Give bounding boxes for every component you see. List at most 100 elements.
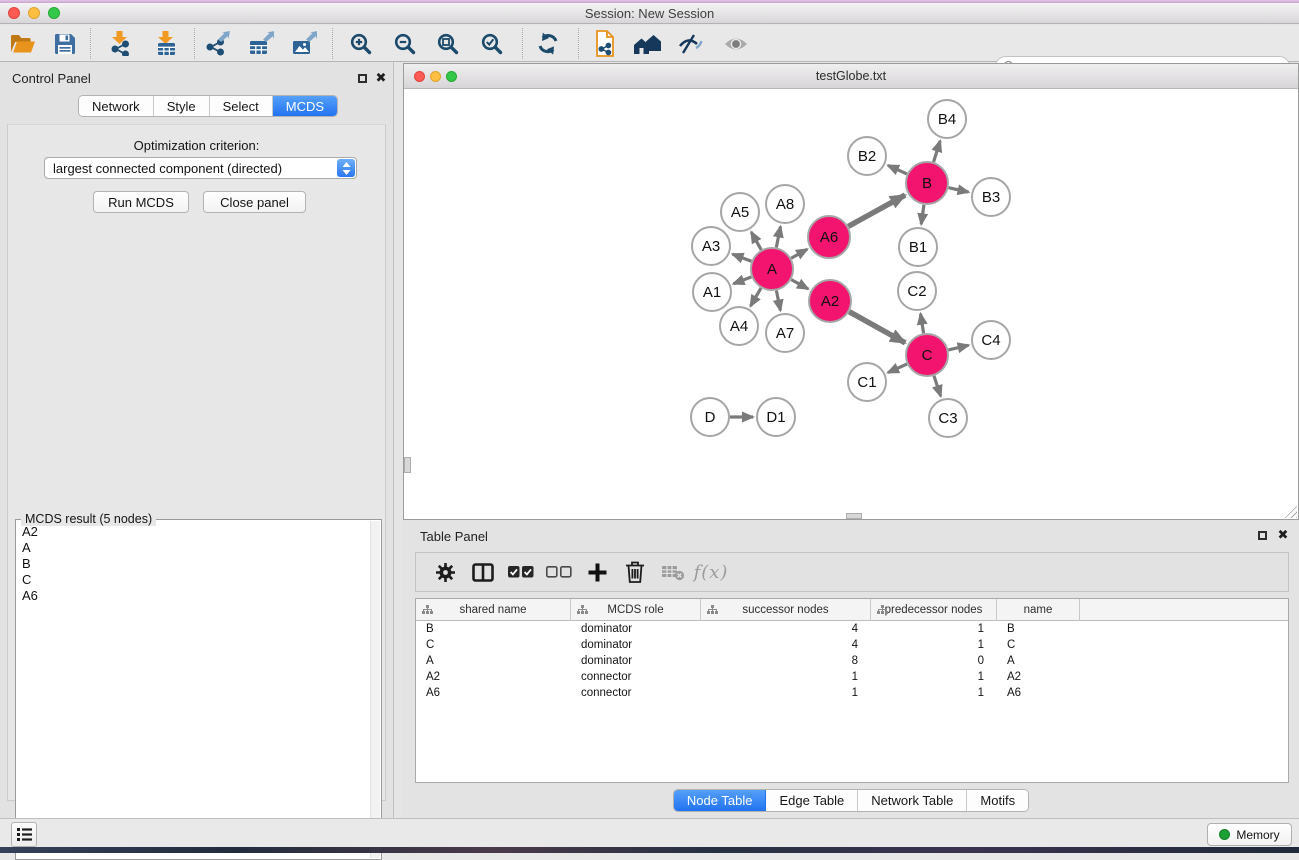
table-cell[interactable]: A: [997, 655, 1080, 667]
result-item[interactable]: A: [18, 540, 369, 556]
graph-edge-B-B4[interactable]: [934, 141, 941, 162]
result-item[interactable]: B: [18, 556, 369, 572]
table-cell[interactable]: A6: [997, 687, 1080, 699]
export-network-icon[interactable]: [201, 29, 235, 58]
graph-edge-C-C4[interactable]: [948, 345, 968, 350]
open-folder-icon[interactable]: [6, 29, 40, 58]
graph-node-D1[interactable]: D1: [757, 398, 795, 436]
select-all-checkboxes-icon[interactable]: [502, 566, 540, 578]
table-cell[interactable]: 8: [701, 655, 871, 667]
graph-edge-B-B1[interactable]: [921, 205, 924, 224]
canvas-vertical-scrollbar[interactable]: [404, 457, 411, 473]
result-scrollbar[interactable]: [370, 521, 380, 858]
graph-edge-A-A2[interactable]: [791, 280, 808, 289]
table-cell[interactable]: 4: [701, 639, 871, 651]
import-network-icon[interactable]: [103, 29, 137, 58]
table-row[interactable]: Adominator80A: [416, 653, 1288, 669]
table-cell[interactable]: dominator: [571, 655, 701, 667]
table-cell[interactable]: 1: [701, 671, 871, 683]
save-icon[interactable]: [48, 29, 82, 58]
graph-node-A8[interactable]: A8: [766, 185, 804, 223]
network-document-icon[interactable]: [588, 29, 622, 58]
split-columns-icon[interactable]: [464, 563, 502, 582]
graph-node-C[interactable]: C: [906, 334, 948, 376]
column-header-successor-nodes[interactable]: successor nodes: [701, 599, 871, 621]
graph-edge-C-C2[interactable]: [921, 314, 924, 334]
node-table[interactable]: shared nameMCDS rolesuccessor nodesprede…: [415, 598, 1289, 783]
graph-node-B3[interactable]: B3: [972, 178, 1010, 216]
gear-icon[interactable]: [426, 562, 464, 583]
column-header-predecessor-nodes[interactable]: predecessor nodes: [871, 599, 997, 621]
table-cell[interactable]: 1: [871, 623, 997, 635]
table-cell[interactable]: 4: [701, 623, 871, 635]
refresh-icon[interactable]: [531, 29, 565, 58]
table-cell[interactable]: 0: [871, 655, 997, 667]
table-cell[interactable]: connector: [571, 687, 701, 699]
column-header-name[interactable]: name: [997, 599, 1080, 621]
graph-node-B[interactable]: B: [906, 162, 948, 204]
graph-edge-B-B3[interactable]: [948, 188, 968, 192]
graph-node-A6[interactable]: A6: [808, 216, 850, 258]
memory-button[interactable]: Memory: [1207, 823, 1292, 846]
table-cell[interactable]: 1: [871, 671, 997, 683]
graph-node-A3[interactable]: A3: [692, 227, 730, 265]
show-details-eye-icon[interactable]: [719, 29, 753, 58]
tab-mcds[interactable]: MCDS: [273, 96, 337, 116]
graph-node-A4[interactable]: A4: [720, 307, 758, 345]
network-canvas[interactable]: AA1A2A3A4A5A6A7A8BB1B2B3B4CC1C2C3C4DD1: [404, 89, 1298, 519]
tab-motifs[interactable]: Motifs: [967, 790, 1028, 811]
graph-edge-A-A6[interactable]: [791, 249, 807, 258]
graph-edge-A-A4[interactable]: [751, 288, 761, 306]
network-graph[interactable]: AA1A2A3A4A5A6A7A8BB1B2B3B4CC1C2C3C4DD1: [404, 89, 1298, 519]
table-row[interactable]: Bdominator41B: [416, 621, 1288, 637]
graph-edge-A-A5[interactable]: [751, 232, 761, 250]
zoom-in-icon[interactable]: [344, 29, 378, 58]
result-item[interactable]: A6: [18, 588, 369, 604]
export-table-icon[interactable]: [244, 29, 278, 58]
table-cell[interactable]: dominator: [571, 623, 701, 635]
clear-checkboxes-icon[interactable]: [540, 566, 578, 578]
table-cell[interactable]: C: [416, 639, 571, 651]
graph-node-A1[interactable]: A1: [693, 273, 731, 311]
close-table-panel-icon[interactable]: ✖: [1276, 528, 1290, 542]
graph-node-B2[interactable]: B2: [848, 137, 886, 175]
tab-network-table[interactable]: Network Table: [858, 790, 967, 811]
graph-node-A[interactable]: A: [751, 248, 793, 290]
zoom-fit-icon[interactable]: [431, 29, 465, 58]
table-cell[interactable]: A6: [416, 687, 571, 699]
mcds-result-list[interactable]: A2ABCA6: [18, 524, 369, 857]
import-table-icon[interactable]: [149, 29, 183, 58]
tab-node-table[interactable]: Node Table: [674, 790, 767, 811]
add-column-icon[interactable]: [578, 563, 616, 582]
result-item[interactable]: C: [18, 572, 369, 588]
network-window-titlebar[interactable]: testGlobe.txt: [404, 64, 1298, 89]
tab-select[interactable]: Select: [210, 96, 273, 116]
graph-node-A7[interactable]: A7: [766, 314, 804, 352]
graph-node-C1[interactable]: C1: [848, 363, 886, 401]
table-cell[interactable]: 1: [871, 687, 997, 699]
table-cell[interactable]: C: [997, 639, 1080, 651]
graph-node-A2[interactable]: A2: [809, 280, 851, 322]
graph-edge-A-A3[interactable]: [733, 254, 752, 261]
graph-node-C4[interactable]: C4: [972, 321, 1010, 359]
table-cell[interactable]: dominator: [571, 639, 701, 651]
zoom-out-icon[interactable]: [388, 29, 422, 58]
close-panel-button[interactable]: Close panel: [203, 191, 306, 213]
table-row[interactable]: A2connector11A2: [416, 669, 1288, 685]
table-cell[interactable]: B: [416, 623, 571, 635]
tab-network[interactable]: Network: [79, 96, 154, 116]
table-row[interactable]: Cdominator41C: [416, 637, 1288, 653]
graph-node-A5[interactable]: A5: [721, 193, 759, 231]
graph-edge-B-B2[interactable]: [888, 165, 907, 174]
graph-edge-A6-B[interactable]: [848, 195, 905, 226]
canvas-horizontal-scrollbar[interactable]: [846, 513, 862, 519]
table-cell[interactable]: 1: [871, 639, 997, 651]
task-history-button[interactable]: [11, 822, 37, 847]
graph-edge-A2-C[interactable]: [849, 312, 905, 343]
result-item[interactable]: A2: [18, 524, 369, 540]
graph-edge-A-A1[interactable]: [733, 277, 751, 284]
table-row[interactable]: A6connector11A6: [416, 685, 1288, 701]
tab-edge-table[interactable]: Edge Table: [766, 790, 858, 811]
table-cell[interactable]: connector: [571, 671, 701, 683]
hide-details-eye-icon[interactable]: [674, 29, 708, 58]
